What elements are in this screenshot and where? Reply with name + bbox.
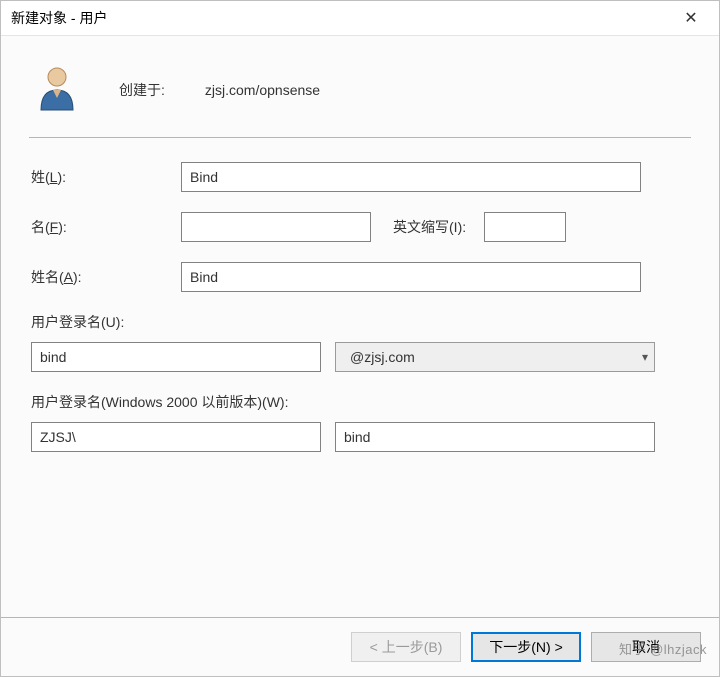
window-title: 新建对象 - 用户 [11, 8, 107, 28]
header-row: 创建于: zjsj.com/opnsense [29, 46, 691, 137]
initials-input[interactable] [484, 212, 566, 242]
legacy-login-row [31, 422, 689, 452]
row-surname: 姓(L): [31, 162, 689, 192]
cancel-button[interactable]: 取消 [591, 632, 701, 662]
domain-prefix-input[interactable] [31, 422, 321, 452]
login-input[interactable] [31, 342, 321, 372]
form: 姓(L): 名(F): 英文缩写(I): 姓名(A): 用户登录名(U): @z… [29, 158, 691, 452]
domain-select-value: @zjsj.com [344, 349, 415, 365]
back-button: < 上一步(B) [351, 632, 461, 662]
fullname-label: 姓名(A): [31, 267, 181, 287]
login-label: 用户登录名(U): [31, 312, 689, 332]
footer: < 上一步(B) 下一步(N) > 取消 [1, 617, 719, 676]
given-label: 名(F): [31, 217, 181, 237]
login-block: 用户登录名(U): @zjsj.com ▾ 用户登录名(Windows 2000… [31, 312, 689, 452]
domain-select[interactable]: @zjsj.com ▾ [335, 342, 655, 372]
user-icon [35, 64, 79, 115]
created-in-label: 创建于: [119, 80, 165, 100]
surname-label: 姓(L): [31, 167, 181, 187]
row-fullname: 姓名(A): [31, 262, 689, 292]
created-in-path: zjsj.com/opnsense [205, 82, 320, 98]
dialog-content: 创建于: zjsj.com/opnsense 姓(L): 名(F): 英文缩写(… [1, 36, 719, 617]
chevron-down-icon: ▾ [642, 350, 648, 364]
surname-input[interactable] [181, 162, 641, 192]
fullname-input[interactable] [181, 262, 641, 292]
sam-input[interactable] [335, 422, 655, 452]
dialog-window: 新建对象 - 用户 ✕ 创建于: zjsj.com/opnsense 姓(L): [0, 0, 720, 677]
separator [29, 137, 691, 138]
row-given: 名(F): 英文缩写(I): [31, 212, 689, 242]
titlebar: 新建对象 - 用户 ✕ [1, 1, 719, 36]
initials-label: 英文缩写(I): [393, 217, 466, 237]
legacy-login-label: 用户登录名(Windows 2000 以前版本)(W): [31, 392, 689, 412]
login-row: @zjsj.com ▾ [31, 342, 689, 372]
close-button[interactable]: ✕ [671, 3, 711, 33]
given-input[interactable] [181, 212, 371, 242]
next-button[interactable]: 下一步(N) > [471, 632, 581, 662]
close-icon: ✕ [684, 8, 697, 28]
